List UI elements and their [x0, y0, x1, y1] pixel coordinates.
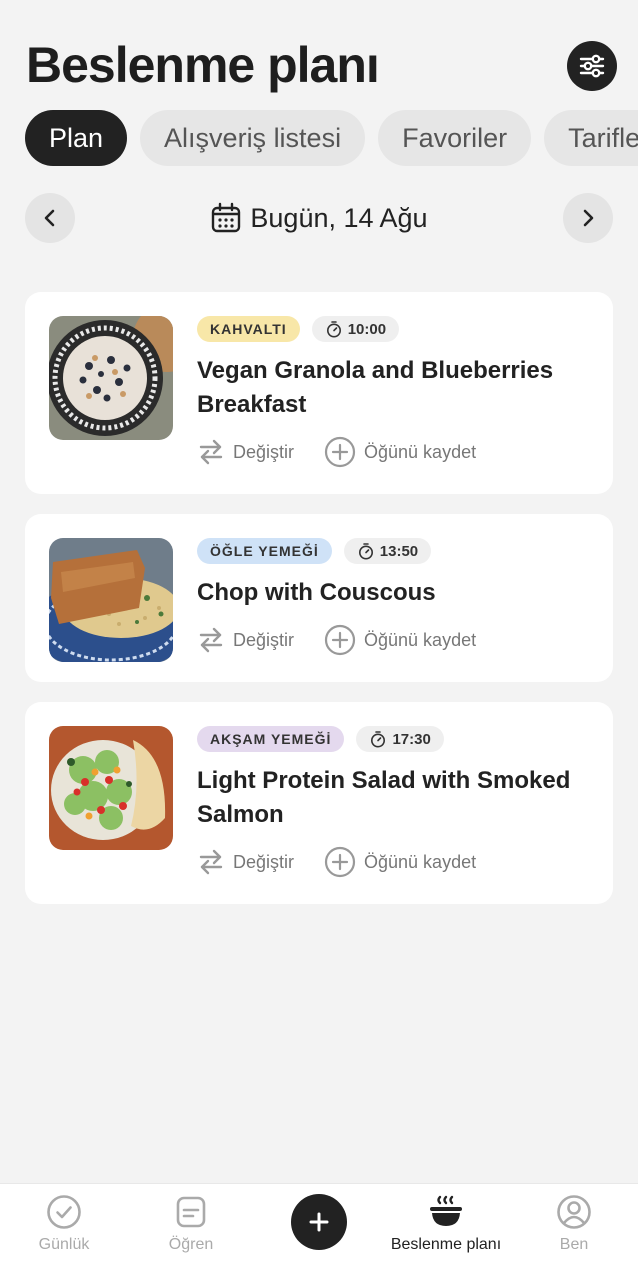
save-meal-button[interactable]: Öğünü kaydet: [324, 624, 476, 656]
save-meal-button[interactable]: Öğünü kaydet: [324, 846, 476, 878]
meal-time-badge: 13:50: [343, 538, 432, 564]
tab-favorites[interactable]: Favoriler: [378, 110, 532, 166]
meal-image: [49, 316, 173, 440]
meal-card-lunch[interactable]: ÖĞLE YEMEĞİ 13:50 Chop with Couscous Değ…: [25, 514, 613, 682]
nav-item-daily[interactable]: Günlük: [0, 1194, 128, 1254]
add-button[interactable]: [291, 1194, 347, 1250]
swap-label: Değiştir: [233, 851, 295, 872]
meal-time: 13:50: [379, 542, 419, 560]
meal-type-badge: AKŞAM YEMEĞİ: [197, 726, 345, 752]
date-navigator: Bugün, 14 Ağu: [25, 193, 613, 243]
plus-icon: [309, 1212, 329, 1232]
meal-time-badge: 10:00: [311, 316, 400, 342]
meal-title[interactable]: Vegan Granola and Blueberries Breakfast: [197, 354, 587, 422]
date-display[interactable]: Bugün, 14 Ağu: [25, 193, 613, 243]
swap-icon: [199, 439, 223, 465]
nav-label: Beslenme planı: [390, 1236, 502, 1253]
check-circle-icon: [47, 1195, 81, 1229]
swap-icon: [199, 627, 223, 653]
next-day-button[interactable]: [563, 193, 613, 243]
meal-type-badge: KAHVALTI: [197, 316, 300, 342]
meal-title[interactable]: Light Protein Salad with Smoked Salmon: [197, 764, 587, 832]
nav-item-me[interactable]: Ben: [510, 1194, 638, 1254]
swap-icon: [199, 849, 223, 875]
tab-recipes[interactable]: Tarifler: [544, 110, 638, 166]
meal-image: [49, 538, 173, 662]
save-label: Öğünü kaydet: [364, 851, 477, 872]
nav-item-learn[interactable]: Öğren: [127, 1194, 255, 1254]
tab-shopping-list[interactable]: Alışveriş listesi: [140, 110, 366, 166]
swap-label: Değiştir: [233, 441, 295, 462]
save-label: Öğünü kaydet: [364, 441, 477, 462]
nav-item-meal-plan[interactable]: Beslenme planı: [382, 1194, 510, 1254]
save-meal-button[interactable]: Öğünü kaydet: [324, 436, 476, 468]
chevron-right-icon: [583, 209, 594, 227]
meal-time-badge: 17:30: [356, 726, 444, 752]
meal-title[interactable]: Chop with Couscous: [197, 576, 587, 610]
swap-meal-button[interactable]: Değiştir: [197, 626, 294, 654]
meal-type-badge: ÖĞLE YEMEĞİ: [197, 538, 332, 564]
meal-time: 10:00: [347, 320, 387, 338]
meal-card-dinner[interactable]: AKŞAM YEMEĞİ 17:30 Light Protein Salad w…: [25, 702, 613, 904]
meal-card-breakfast[interactable]: KAHVALTI 10:00 Vegan Granola and Blueber…: [25, 292, 613, 494]
stopwatch-icon: [371, 731, 386, 748]
swap-label: Değiştir: [233, 629, 295, 650]
plus-circle-icon: [324, 436, 356, 468]
meal-time: 17:30: [392, 730, 431, 748]
sliders-icon: [579, 54, 605, 78]
date-label: Bugün, 14 Ağu: [250, 202, 428, 233]
previous-day-button[interactable]: [25, 193, 75, 243]
swap-meal-button[interactable]: Değiştir: [197, 438, 294, 466]
nav-label: Öğren: [168, 1236, 214, 1253]
stopwatch-icon: [326, 321, 341, 338]
stopwatch-icon: [358, 543, 373, 560]
plus-circle-icon: [324, 846, 356, 878]
tab-plan[interactable]: Plan: [25, 110, 128, 166]
plus-circle-icon: [324, 624, 356, 656]
page-title: Beslenme planı: [26, 37, 380, 93]
tab-bar: Plan Alışveriş listesi Favoriler Tarifle…: [25, 110, 638, 166]
calendar-icon: [212, 202, 241, 233]
bottom-navigation: Günlük Öğren Beslenme planı Ben: [0, 1183, 638, 1280]
swap-meal-button[interactable]: Değiştir: [197, 848, 294, 876]
settings-button[interactable]: [567, 41, 617, 91]
user-circle-icon: [557, 1195, 591, 1229]
save-label: Öğünü kaydet: [364, 629, 477, 650]
document-icon: [176, 1196, 206, 1228]
chevron-left-icon: [44, 209, 55, 227]
bowl-icon: [430, 1195, 462, 1226]
nav-label: Günlük: [38, 1236, 90, 1253]
meal-image: [49, 726, 173, 850]
nav-label: Ben: [559, 1236, 589, 1253]
